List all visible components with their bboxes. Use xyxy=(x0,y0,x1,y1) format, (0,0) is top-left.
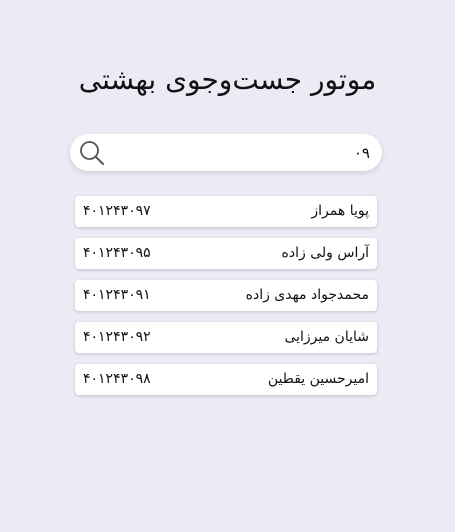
result-name: آراس ولی زاده xyxy=(281,245,369,261)
result-name: امیرحسین یقطین xyxy=(267,371,369,387)
result-name: محمدجواد مهدی زاده xyxy=(245,287,369,303)
result-item[interactable]: آراس ولی زاده ۴۰۱۲۴۳۰۹۵ xyxy=(75,238,377,269)
result-id: ۴۰۱۲۴۳۰۹۱ xyxy=(83,287,151,303)
result-item[interactable]: شایان میرزایی ۴۰۱۲۴۳۰۹۲ xyxy=(75,322,377,353)
search-box xyxy=(70,134,382,171)
result-item[interactable]: امیرحسین یقطین ۴۰۱۲۴۳۰۹۸ xyxy=(75,364,377,395)
result-id: ۴۰۱۲۴۳۰۹۲ xyxy=(83,329,151,345)
search-input[interactable] xyxy=(114,134,370,171)
result-item[interactable]: پویا همراز ۴۰۱۲۴۳۰۹۷ xyxy=(75,196,377,227)
result-id: ۴۰۱۲۴۳۰۹۸ xyxy=(83,371,151,387)
results-list: پویا همراز ۴۰۱۲۴۳۰۹۷ آراس ولی زاده ۴۰۱۲۴… xyxy=(75,196,377,406)
result-id: ۴۰۱۲۴۳۰۹۵ xyxy=(83,245,151,261)
result-name: شایان میرزایی xyxy=(284,329,369,345)
page-title: موتور جست‌وجوی بهشتی xyxy=(78,63,377,96)
search-icon[interactable] xyxy=(79,140,105,166)
result-item[interactable]: محمدجواد مهدی زاده ۴۰۱۲۴۳۰۹۱ xyxy=(75,280,377,311)
result-name: پویا همراز xyxy=(311,203,369,219)
result-id: ۴۰۱۲۴۳۰۹۷ xyxy=(83,203,151,219)
